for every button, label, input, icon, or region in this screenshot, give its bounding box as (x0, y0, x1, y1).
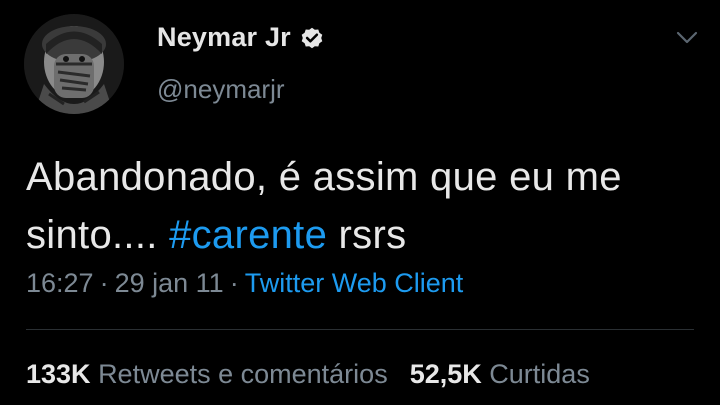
hashtag-link[interactable]: #carente (169, 213, 327, 257)
retweets-stat[interactable]: 133K Retweets e comentários (26, 359, 388, 389)
tweet-text: Abandonado, é assim que eu me sinto.... … (26, 148, 706, 264)
retweets-label: Retweets e comentários (98, 359, 388, 389)
author-handle[interactable]: @neymarjr (157, 74, 285, 105)
tweet-stats: 133K Retweets e comentários 52,5K Curtida… (26, 359, 590, 390)
chevron-down-icon[interactable] (674, 28, 700, 48)
tweet-card: Neymar Jr @neymarjr Abandonado, é assim … (0, 0, 720, 405)
verified-badge-icon (301, 27, 323, 48)
tweet-meta: 16:27 · 29 jan 11 · Twitter Web Client (26, 268, 463, 299)
avatar[interactable] (24, 14, 124, 114)
likes-stat[interactable]: 52,5K Curtidas (410, 359, 590, 389)
tweet-source-link[interactable]: Twitter Web Client (245, 268, 464, 298)
meta-separator: · (99, 268, 109, 298)
likes-label: Curtidas (489, 359, 590, 389)
divider (26, 329, 694, 330)
likes-count: 52,5K (409, 359, 482, 389)
author-display-name[interactable]: Neymar Jr (157, 22, 291, 53)
tweet-date[interactable]: 29 jan 11 (115, 268, 224, 298)
tweet-time[interactable]: 16:27 (26, 268, 94, 298)
meta-separator: · (229, 268, 239, 298)
profile-photo-icon (24, 14, 124, 114)
retweets-count: 133K (26, 359, 91, 389)
author-name-row: Neymar Jr (157, 22, 325, 53)
tweet-text-tail: rsrs (327, 213, 407, 257)
